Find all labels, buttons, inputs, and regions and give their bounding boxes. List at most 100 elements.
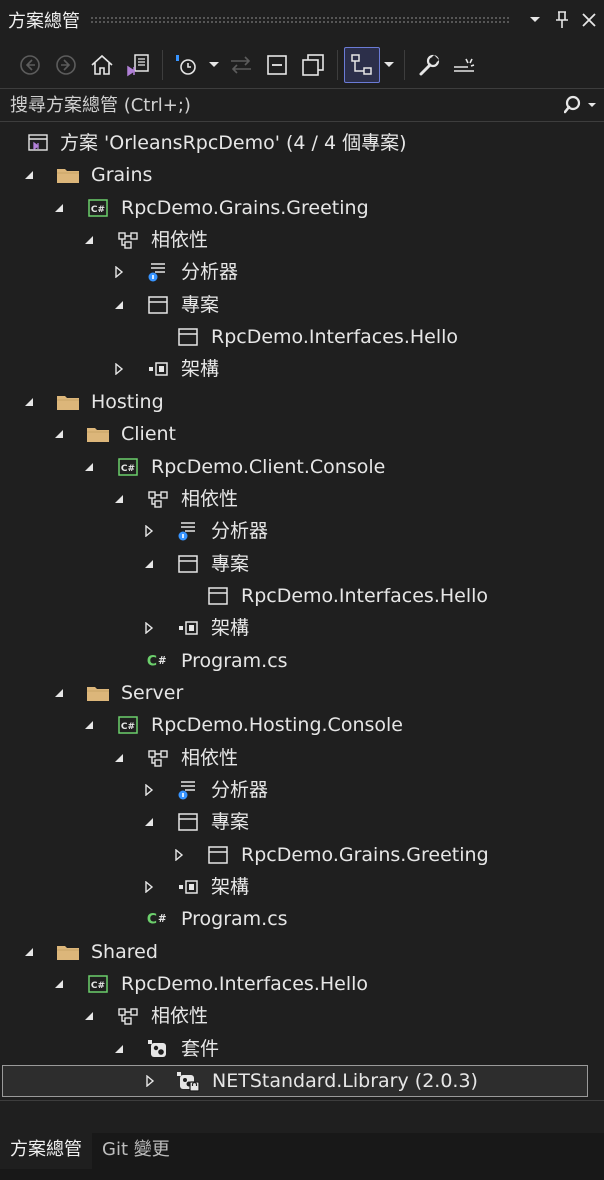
vs-solution-switch-icon[interactable] [120, 47, 156, 83]
csharp-project-icon: C# [86, 972, 110, 996]
tree-row[interactable]: 相依性 [0, 742, 592, 774]
expanded-arrow-icon[interactable] [112, 742, 126, 774]
tree-row[interactable]: Server [0, 677, 592, 709]
frameworks-icon [146, 357, 170, 381]
folder-icon [56, 390, 80, 414]
collapse-all-icon[interactable] [259, 47, 295, 83]
close-icon[interactable] [577, 8, 601, 32]
divider [0, 1100, 604, 1101]
tree-row[interactable]: 相依性 [0, 224, 592, 256]
tool-window-tabs: 方案總管 Git 變更 [0, 1133, 604, 1169]
preview-pane-icon[interactable] [447, 47, 483, 83]
project-reference-icon [206, 584, 230, 608]
sync-active-document-icon[interactable] [223, 47, 259, 83]
tree-row[interactable]: 相依性 [0, 483, 592, 515]
properties-icon[interactable] [411, 47, 447, 83]
tree-row[interactable]: 分析器 [0, 515, 592, 547]
expanded-arrow-icon[interactable] [22, 936, 36, 968]
collapsed-arrow-icon[interactable] [143, 1065, 157, 1097]
tree-row[interactable]: C# RpcDemo.Grains.Greeting [0, 192, 592, 224]
tree-row[interactable]: 套件 [0, 1033, 592, 1065]
tree-row[interactable]: C# RpcDemo.Hosting.Console [0, 709, 592, 741]
tree-item-label: RpcDemo.Interfaces.Hello [211, 326, 459, 349]
tree-row[interactable]: C # Program.cs [0, 645, 592, 677]
search-icon[interactable] [558, 90, 604, 120]
vertical-scrollbar[interactable] [600, 124, 604, 1100]
tree-item-label: RpcDemo.Client.Console [151, 455, 386, 478]
expanded-arrow-icon[interactable] [82, 1000, 96, 1032]
collapsed-arrow-icon[interactable] [142, 612, 156, 644]
search-input[interactable] [0, 90, 558, 120]
tree-row[interactable]: 架構 [0, 612, 592, 644]
expanded-arrow-icon[interactable] [112, 1033, 126, 1065]
show-all-files-icon[interactable] [295, 47, 331, 83]
svg-text:#: # [158, 914, 167, 925]
tree-item-label: 套件 [181, 1037, 220, 1060]
tree-row[interactable]: 專案 [0, 806, 592, 838]
tree-row[interactable]: RpcDemo.Interfaces.Hello [0, 580, 592, 612]
tree-item-label: Program.cs [181, 649, 288, 672]
nuget-package-icon [177, 1069, 201, 1093]
tree-row[interactable]: 專案 [0, 289, 592, 321]
analyzers-icon [176, 778, 200, 802]
expanded-arrow-icon[interactable] [142, 806, 156, 838]
tree-row[interactable]: RpcDemo.Grains.Greeting [0, 839, 592, 871]
collapsed-arrow-icon[interactable] [112, 353, 126, 385]
expanded-arrow-icon[interactable] [112, 289, 126, 321]
analyzers-icon [146, 260, 170, 284]
tab-solution-explorer[interactable]: 方案總管 [0, 1133, 92, 1169]
expanded-arrow-icon[interactable] [82, 709, 96, 741]
expanded-arrow-icon[interactable] [82, 451, 96, 483]
expanded-arrow-icon[interactable] [22, 159, 36, 191]
tree-row[interactable]: Shared [0, 936, 592, 968]
tree-row[interactable]: 專案 [0, 548, 592, 580]
expanded-arrow-icon[interactable] [52, 677, 66, 709]
csharp-file-icon: C # [146, 907, 170, 931]
toolbar-separator [404, 50, 405, 80]
tab-git-changes[interactable]: Git 變更 [92, 1133, 180, 1169]
expanded-arrow-icon[interactable] [82, 224, 96, 256]
window-options-dropdown-icon[interactable] [523, 8, 547, 32]
preview-selected-icon[interactable] [344, 47, 380, 83]
filter-dropdown-icon[interactable] [205, 47, 223, 83]
tree-row[interactable]: Client [0, 418, 592, 450]
expanded-arrow-icon[interactable] [52, 192, 66, 224]
expanded-arrow-icon[interactable] [52, 968, 66, 1000]
back-icon[interactable] [12, 47, 48, 83]
forward-icon[interactable] [48, 47, 84, 83]
tree-row[interactable]: 架構 [0, 353, 592, 385]
collapsed-arrow-icon[interactable] [112, 256, 126, 288]
tree-row[interactable]: 分析器 [0, 256, 592, 288]
drag-grip[interactable] [90, 16, 511, 24]
tree-row[interactable]: 架構 [0, 871, 592, 903]
tree-row[interactable]: 相依性 [0, 1000, 592, 1032]
tree-row[interactable]: C# RpcDemo.Client.Console [0, 451, 592, 483]
tree-row[interactable]: NETStandard.Library (2.0.3) [2, 1065, 588, 1098]
tree-item-label: Shared [91, 940, 158, 963]
collapsed-arrow-icon[interactable] [142, 515, 156, 547]
tree-item-label: Hosting [91, 390, 164, 413]
expanded-arrow-icon[interactable] [22, 386, 36, 418]
collapsed-arrow-icon[interactable] [172, 839, 186, 871]
expanded-arrow-icon[interactable] [142, 548, 156, 580]
tree-item-label: 架構 [211, 876, 250, 899]
expanded-arrow-icon[interactable] [112, 483, 126, 515]
tree-item-label: 架構 [211, 617, 250, 640]
pin-icon[interactable] [550, 8, 574, 32]
expanded-arrow-icon[interactable] [52, 418, 66, 450]
tree-row[interactable]: C # Program.cs [0, 903, 592, 935]
tree-row[interactable]: Grains [0, 159, 592, 191]
collapsed-arrow-icon[interactable] [142, 871, 156, 903]
tree-row[interactable]: Hosting [0, 386, 592, 418]
window-title: 方案總管 [8, 11, 80, 32]
preview-dropdown-icon[interactable] [380, 47, 398, 83]
tree-row[interactable]: 分析器 [0, 774, 592, 806]
tree-row[interactable]: RpcDemo.Interfaces.Hello [0, 321, 592, 353]
pending-changes-filter-icon[interactable] [169, 47, 205, 83]
home-icon[interactable] [84, 47, 120, 83]
dependencies-icon [146, 746, 170, 770]
tree-row[interactable]: C# RpcDemo.Interfaces.Hello [0, 968, 592, 1000]
tree-item-label: Grains [91, 164, 153, 187]
collapsed-arrow-icon[interactable] [142, 774, 156, 806]
tree-row[interactable]: 方案 'OrleansRpcDemo' (4 / 4 個專案) [0, 127, 592, 159]
